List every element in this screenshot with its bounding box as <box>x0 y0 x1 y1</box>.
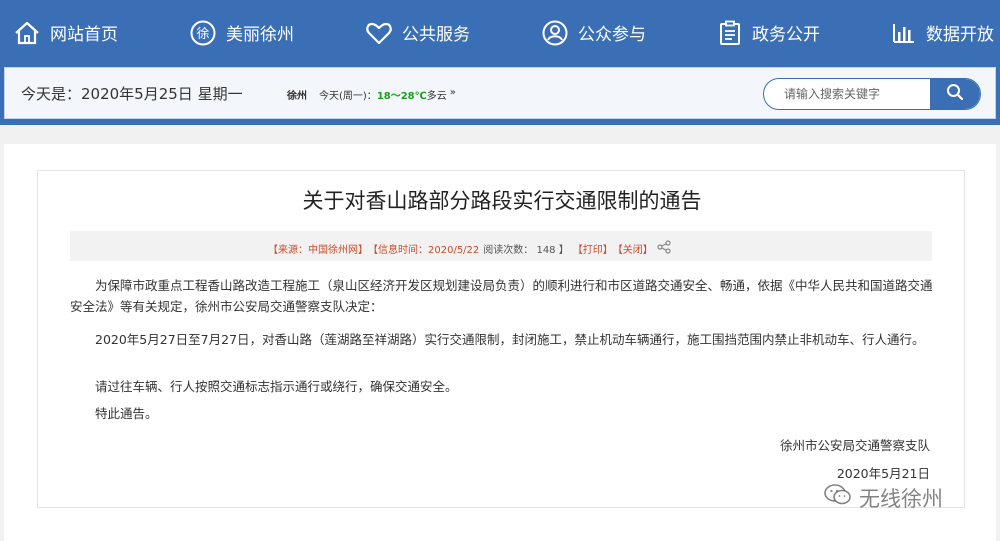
article-paragraph: 请过往车辆、行人按照交通标志指示通行或绕行，确保交通安全。 <box>95 379 458 394</box>
heart-icon <box>366 21 392 45</box>
article-paragraph: 特此通告。 <box>95 406 158 421</box>
article-paragraph: 为保障市政重点工程香山路改造工程施工（泉山区经济开发区规划建设局负责）的顺利进行… <box>70 278 933 314</box>
nav-item-label: 数据开放 <box>926 25 994 45</box>
user-circle-icon <box>542 20 568 46</box>
article-paragraph: 2020年5月27日至7月27日，对香山路（莲湖路至祥湖路）实行交通限制，封闭施… <box>95 332 925 347</box>
svg-text:徐: 徐 <box>196 27 209 42</box>
nav-item-beautiful-xuzhou[interactable]: 徐 美丽徐州 <box>190 0 294 65</box>
weather-city: 徐州 <box>287 91 307 102</box>
meta-source: 【来源：中国徐州网】 <box>268 245 368 256</box>
nav-item-open-data[interactable]: 数据开放 <box>892 0 994 65</box>
wechat-icon <box>823 482 853 513</box>
search-input[interactable] <box>764 79 924 109</box>
watermark: 无线徐州 <box>823 482 943 513</box>
nav-item-public-service[interactable]: 公共服务 <box>366 0 470 65</box>
close-link[interactable]: 【关闭】 <box>613 241 653 256</box>
article-signature: 徐州市公安局交通警察支队 <box>779 438 930 453</box>
search-button[interactable] <box>930 79 980 109</box>
weather-condition: 多云 <box>426 91 447 102</box>
weather-widget[interactable]: 徐州 今天(周一)： 18～28℃ 多云 » <box>287 87 456 102</box>
nav-item-label: 美丽徐州 <box>226 25 294 45</box>
today-date: 今天是：2020年5月25日 星期一 <box>21 85 243 103</box>
print-link[interactable]: 【打印】 <box>573 241 613 256</box>
bar-chart-icon <box>892 22 916 44</box>
share-icon[interactable] <box>657 240 671 257</box>
nav-item-home[interactable]: 网站首页 <box>14 0 118 65</box>
weather-temp: 18～28℃ <box>376 91 427 102</box>
watermark-text: 无线徐州 <box>859 486 943 511</box>
meta-views: 阅读次数： 148 】 <box>483 245 569 256</box>
home-icon <box>14 21 40 45</box>
nav-item-label: 公共服务 <box>402 25 470 45</box>
nav-item-label: 网站首页 <box>50 25 118 45</box>
weather-more-link[interactable]: » <box>450 87 456 102</box>
search-box <box>763 78 981 110</box>
article-title: 关于对香山路部分路段实行交通限制的通告 <box>302 189 702 213</box>
article-meta-bar: 【来源：中国徐州网】 【信息时间：2020/5/22 阅读次数： 148 】 【… <box>70 231 932 261</box>
weather-day: 今天(周一)： <box>319 91 377 102</box>
nav-item-public-participation[interactable]: 公众参与 <box>542 0 646 65</box>
nav-item-label: 政务公开 <box>752 25 820 45</box>
article-card: 关于对香山路部分路段实行交通限制的通告 【来源：中国徐州网】 【信息时间：202… <box>37 170 965 508</box>
nav-item-government-affairs[interactable]: 政务公开 <box>718 0 820 65</box>
xu-seal-icon: 徐 <box>190 20 216 46</box>
top-nav: 网站首页 徐 美丽徐州 公共服务 公众参与 政务公开 数据开放 <box>0 0 1000 65</box>
search-icon <box>946 83 964 105</box>
nav-item-label: 公众参与 <box>578 25 646 45</box>
info-strip: 今天是：2020年5月25日 星期一 徐州 今天(周一)： 18～28℃ 多云 … <box>4 67 996 119</box>
clipboard-icon <box>718 20 742 46</box>
info-strip-frame: 今天是：2020年5月25日 星期一 徐州 今天(周一)： 18～28℃ 多云 … <box>0 65 1000 125</box>
article-date: 2020年5月21日 <box>836 466 930 481</box>
meta-time: 【信息时间：2020/5/22 <box>368 245 480 256</box>
